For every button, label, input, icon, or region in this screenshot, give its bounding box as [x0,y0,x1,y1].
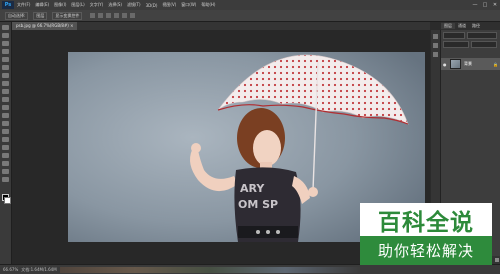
lock-icon: 🔒 [493,61,498,67]
hand-tool-icon[interactable] [2,169,9,174]
healing-tool-icon[interactable] [2,73,9,78]
align-middle-icon[interactable] [98,13,104,18]
zoom-tool-icon[interactable] [2,177,9,182]
eraser-tool-icon[interactable] [2,105,9,110]
close-button[interactable]: ✕ [490,0,500,10]
menu-window[interactable]: 窗口(W) [181,2,196,8]
crop-tool-icon[interactable] [2,57,9,62]
gradient-tool-icon[interactable] [2,113,9,118]
menu-filter[interactable]: 滤镜(T) [127,2,141,8]
dodge-tool-icon[interactable] [2,129,9,134]
layer-thumbnail [450,59,461,69]
blend-mode-select[interactable] [443,41,469,48]
pen-tool-icon[interactable] [2,137,9,142]
eye-icon[interactable]: ● [443,62,448,67]
menu-image[interactable]: 图像(I) [54,2,66,8]
adjustments-icon[interactable] [433,52,438,57]
shape-tool-icon[interactable] [2,161,9,166]
properties-icon[interactable] [433,43,438,48]
tab-channels[interactable]: 通道 [455,23,469,29]
align-center-icon[interactable] [122,13,128,18]
layer-filter-icons[interactable] [467,32,497,39]
menu-3d[interactable]: 3D(D) [146,3,158,8]
layer-filter-row [441,32,500,39]
quick-select-tool-icon[interactable] [2,49,9,54]
menu-file[interactable]: 文件(F) [17,2,30,8]
trash-icon[interactable] [495,258,499,262]
maximize-button[interactable]: □ [480,0,490,10]
lasso-tool-icon[interactable] [2,41,9,46]
menu-view[interactable]: 视图(V) [162,2,176,8]
align-top-icon[interactable] [90,13,96,18]
move-tool-icon[interactable] [2,25,9,30]
watermark-title: 百科全说 [378,209,474,236]
align-bottom-icon[interactable] [106,13,112,18]
layer-name: 背景 [464,61,472,66]
menu-edit[interactable]: 编辑(E) [35,2,49,8]
photoshop-logo: Ps [2,1,14,9]
menu-select[interactable]: 选择(S) [108,2,122,8]
auto-select-checkbox[interactable]: 自动选择: [5,11,29,20]
opacity-field[interactable] [471,41,497,48]
menu-layer[interactable]: 图层(L) [71,2,84,8]
svg-text:ARY: ARY [240,182,265,195]
document-info: 文档:1.64M/1.64M [21,266,57,272]
window-controls: — □ ✕ [470,0,500,10]
history-icon[interactable] [433,34,438,39]
watermark-subtitle: 助你轻松解决 [360,236,492,265]
show-transform-controls-checkbox[interactable]: 显示变换控件 [52,11,83,20]
menu-bar: Ps 文件(F) 编辑(E) 图像(I) 图层(L) 文字(Y) 选择(S) 滤… [0,0,500,10]
brush-tool-icon[interactable] [2,81,9,86]
taskbar-thumbnails [60,267,360,273]
tools-panel [0,22,12,264]
tab-paths[interactable]: 路径 [469,23,483,29]
svg-text:OM SP: OM SP [238,198,278,211]
menu-help[interactable]: 帮助(H) [201,2,215,8]
clone-stamp-tool-icon[interactable] [2,89,9,94]
marquee-tool-icon[interactable] [2,33,9,38]
layer-kind-filter[interactable] [443,32,465,39]
align-right-icon[interactable] [130,13,136,18]
eyedropper-tool-icon[interactable] [2,65,9,70]
type-tool-icon[interactable] [2,145,9,150]
watermark-logo: 百科全说 助你轻松解决 [360,203,492,265]
panel-tabs: 图层 通道 路径 [441,22,500,30]
history-brush-tool-icon[interactable] [2,97,9,102]
layer-row-background[interactable]: ● 背景 🔒 [441,58,500,70]
align-buttons [90,13,136,18]
zoom-level[interactable]: 66.67% [3,267,18,272]
blur-tool-icon[interactable] [2,121,9,126]
auto-select-target-dropdown[interactable]: 图层 [33,11,48,20]
align-left-icon[interactable] [114,13,120,18]
menu-type[interactable]: 文字(Y) [90,2,104,8]
tab-layers[interactable]: 图层 [441,23,455,29]
options-bar: 自动选择: 图层 显示变换控件 [0,10,500,22]
minimize-button[interactable]: — [470,0,480,10]
path-select-tool-icon[interactable] [2,153,9,158]
document-tab[interactable]: psb.jpg @ 66.7%(RGB/8#) × [12,22,78,30]
document-tab-bar: psb.jpg @ 66.7%(RGB/8#) × [12,22,430,30]
background-color-swatch[interactable] [4,197,11,204]
blend-row [441,41,500,48]
